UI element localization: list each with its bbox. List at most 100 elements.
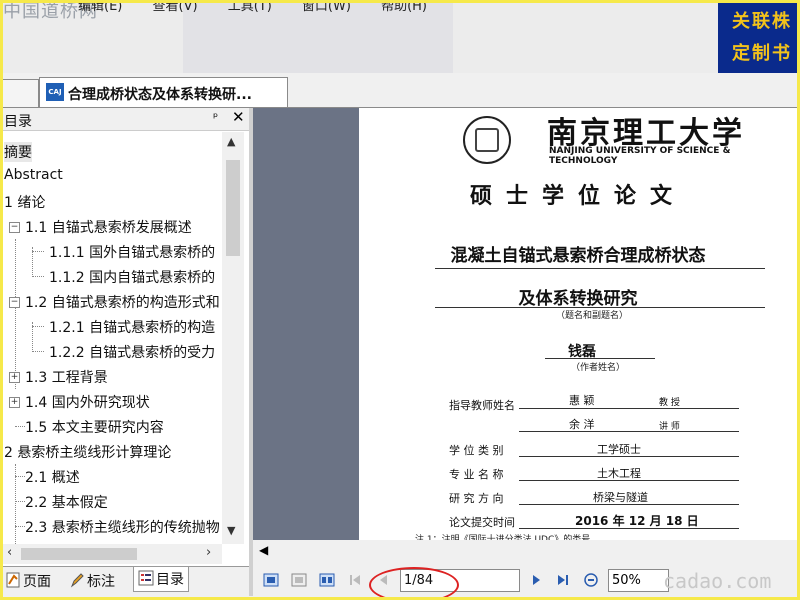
continuous-view-icon[interactable] xyxy=(291,572,307,588)
toc-item[interactable]: 2 悬索桥主缆线形计算理论 xyxy=(4,442,171,462)
toc-item[interactable]: 1.2.2 自锚式悬索桥的受力 xyxy=(49,342,215,362)
facing-page-view-icon[interactable] xyxy=(319,572,335,588)
menu-window[interactable]: 窗口(W) xyxy=(302,3,351,14)
footnote: 注 1：注明《国际十进分类法 UDC》的类号。 xyxy=(415,535,600,540)
toc-item[interactable]: 2.1 概述 xyxy=(25,467,80,487)
toc-panel: 目录 ᵖ ✕ − − + + 摘要 Abstract 1 绪论 1.1 自锚式悬… xyxy=(3,108,249,597)
menu-view[interactable]: 查看(V) xyxy=(153,3,198,14)
tab-page[interactable]: 页面 xyxy=(5,571,51,591)
toc-tree: − − + + 摘要 Abstract 1 绪论 1.1 自锚式悬索桥发展概述 … xyxy=(3,132,221,544)
thesis-title-line-2: 及体系转换研究 xyxy=(518,289,638,309)
scroll-thumb[interactable] xyxy=(21,548,137,560)
scroll-left-icon[interactable]: ‹ xyxy=(7,545,12,560)
document-viewer: 南京理工大学 NANJING UNIVERSITY OF SCIENCE & T… xyxy=(253,108,797,540)
toc-vertical-scrollbar[interactable]: ▲ ▼ xyxy=(222,132,244,544)
thesis-title-line-1: 混凝土自锚式悬索桥合理成桥状态 xyxy=(450,246,706,266)
viewer-horizontal-scrollbar[interactable]: ◀ xyxy=(253,540,797,562)
toc-item[interactable]: 1.1 自锚式悬索桥发展概述 xyxy=(25,217,192,237)
tab-toc[interactable]: 目录 xyxy=(133,567,189,592)
collapse-icon[interactable]: − xyxy=(9,297,20,308)
expand-icon[interactable]: + xyxy=(9,372,20,383)
document-page: 南京理工大学 NANJING UNIVERSITY OF SCIENCE & T… xyxy=(359,108,797,540)
toc-item[interactable]: 2.3 悬索桥主缆线形的传统抛物 xyxy=(25,517,220,537)
major-label: 专 业 名 称 xyxy=(449,468,504,481)
menu-tools[interactable]: 工具(T) xyxy=(228,3,272,14)
menu-help[interactable]: 帮助(H) xyxy=(381,3,427,14)
panel-tabs: 页面 标注 目录 xyxy=(3,566,249,597)
tree-line xyxy=(15,501,25,502)
title-rule xyxy=(435,268,765,269)
menu-items: 编辑(E) 查看(V) 工具(T) 窗口(W) 帮助(H) xyxy=(78,3,453,14)
toc-item[interactable]: 摘要 xyxy=(4,142,32,162)
toc-horizontal-scrollbar[interactable]: ‹ › xyxy=(3,544,222,564)
ad-banner[interactable]: 关联株 定制书 xyxy=(718,3,797,73)
advisor-label: 指导教师姓名 xyxy=(449,399,515,412)
toc-item[interactable]: 1.5 本文主要研究内容 xyxy=(25,417,164,437)
toc-item[interactable]: Abstract xyxy=(4,167,63,183)
degree-type-label: 学 位 类 别 xyxy=(449,444,504,457)
caj-file-icon: CAJ xyxy=(46,83,64,101)
scroll-up-icon[interactable]: ▲ xyxy=(227,135,235,148)
field-rule xyxy=(519,456,739,457)
zoom-level-input[interactable]: 50% xyxy=(608,569,669,592)
toc-item[interactable]: 1.2 自锚式悬索桥的构造形式和 xyxy=(25,292,220,312)
toc-item[interactable]: 1.1.1 国外自锚式悬索桥的 xyxy=(49,242,215,262)
advisor-rule xyxy=(519,431,739,432)
single-page-view-icon[interactable] xyxy=(263,572,279,588)
toc-item[interactable]: 1.1.2 国内自锚式悬索桥的 xyxy=(49,267,215,287)
list-icon xyxy=(138,570,154,586)
expand-icon[interactable]: + xyxy=(9,397,20,408)
menu-edit[interactable]: 编辑(E) xyxy=(78,3,122,14)
major-value: 土木工程 xyxy=(597,467,641,480)
next-page-icon[interactable] xyxy=(529,572,545,588)
scroll-right-icon[interactable]: › xyxy=(206,545,211,560)
submission-date-label: 论文提交时间 xyxy=(449,516,515,529)
highlight-circle xyxy=(369,567,459,597)
app-window: 中国道桥网 编辑(E) 查看(V) 工具(T) 窗口(W) 帮助(H) 关联株 … xyxy=(3,3,797,597)
toc-panel-title: 目录 xyxy=(4,114,32,130)
last-page-icon[interactable] xyxy=(555,572,571,588)
author-note: （作者姓名） xyxy=(571,363,626,373)
zoom-out-icon[interactable] xyxy=(583,572,599,588)
toc-item[interactable]: 1.4 国内外研究现状 xyxy=(25,392,150,412)
tab-previous[interactable] xyxy=(3,79,39,107)
first-page-icon[interactable] xyxy=(347,572,363,588)
advisor-1-title: 教 授 xyxy=(659,398,680,408)
field-rule xyxy=(519,480,739,481)
close-icon[interactable]: ✕ xyxy=(232,108,245,126)
toc-panel-header: 目录 ᵖ ✕ xyxy=(3,108,249,131)
tree-line xyxy=(32,251,44,252)
advisor-1-name: 惠 颖 xyxy=(569,394,595,407)
tree-line xyxy=(15,426,25,427)
toc-item[interactable]: 1.2.1 自锚式悬索桥的构造 xyxy=(49,317,215,337)
tree-line xyxy=(15,476,25,477)
toc-item[interactable]: 2.2 基本假定 xyxy=(25,492,108,512)
menu-bar: 中国道桥网 编辑(E) 查看(V) 工具(T) 窗口(W) 帮助(H) xyxy=(3,3,797,73)
tab-page-label: 页面 xyxy=(23,574,51,590)
submission-date-value: 2016 年 12 月 18 日 xyxy=(575,514,699,528)
author-rule xyxy=(545,358,655,359)
document-tab-strip: CAJ 合理成桥状态及体系转换研... xyxy=(3,73,797,108)
university-english-name: NANJING UNIVERSITY OF SCIENCE & TECHNOLO… xyxy=(549,146,731,166)
tab-annotation-label: 标注 xyxy=(87,574,115,590)
pencil-icon xyxy=(69,572,85,588)
scroll-thumb[interactable] xyxy=(226,160,240,256)
tab-annotation[interactable]: 标注 xyxy=(69,571,115,591)
degree-heading: 硕士学位论文 xyxy=(469,183,686,209)
tab-document[interactable]: CAJ 合理成桥状态及体系转换研... xyxy=(39,77,288,107)
research-label: 研 究 方 向 xyxy=(449,492,504,505)
university-seal-icon xyxy=(463,116,511,164)
advisor-2-name: 余 洋 xyxy=(569,418,595,431)
toc-item[interactable]: 1.3 工程背景 xyxy=(25,367,108,387)
tree-line xyxy=(15,526,25,527)
field-rule xyxy=(519,528,739,529)
scroll-left-icon[interactable]: ◀ xyxy=(259,543,268,557)
watermark: cadao.com xyxy=(663,569,772,593)
pin-icon[interactable]: ᵖ xyxy=(213,110,218,124)
collapse-icon[interactable]: − xyxy=(9,222,20,233)
research-value: 桥梁与隧道 xyxy=(593,491,648,504)
field-rule xyxy=(519,504,739,505)
toc-item[interactable]: 1 绪论 xyxy=(4,192,45,212)
tree-line xyxy=(32,326,44,327)
scroll-down-icon[interactable]: ▼ xyxy=(227,524,235,537)
